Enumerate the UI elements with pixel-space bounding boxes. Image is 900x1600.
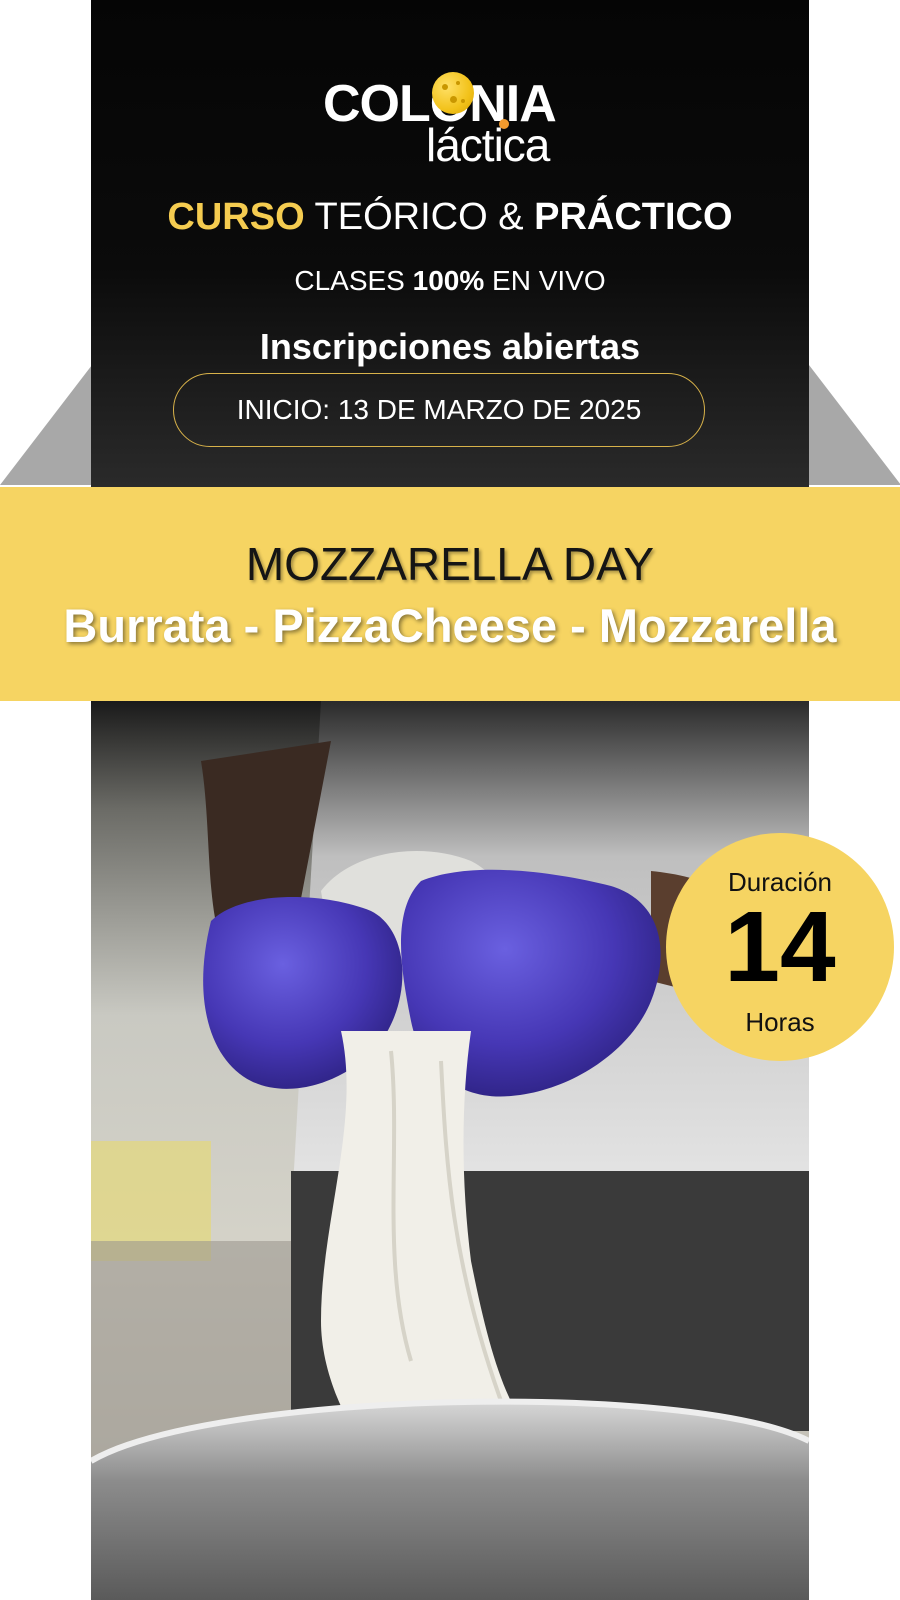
brand-logo: COLONIA láctica: [91, 68, 809, 171]
cheese-icon: [432, 72, 474, 114]
enrollment-open-text: Inscripciones abiertas: [259, 326, 641, 367]
title-banner: [0, 487, 900, 701]
start-date-badge: INICIO: 13 DE MARZO DE 2025: [173, 373, 705, 447]
banner-subtitle: Burrata - PizzaCheese - Mozzarella: [63, 599, 837, 652]
course-word-practico: PRÁCTICO: [534, 196, 733, 238]
ribbon-fold-left: [0, 365, 92, 485]
logo-word-lactica: láctica: [426, 119, 550, 171]
ribbon-fold-right: [809, 365, 900, 485]
classes-line: CLASES 100% EN VIVO: [91, 265, 809, 297]
banner-title: MOZZARELLA DAY: [245, 538, 655, 590]
logo-accent-dot: [499, 119, 509, 129]
duration-value: 14: [724, 891, 836, 1003]
classes-prefix: CLASES: [294, 265, 413, 296]
duration-unit: Horas: [745, 1007, 815, 1037]
classes-suffix: EN VIVO: [484, 265, 606, 296]
classes-percent: 100%: [412, 265, 485, 296]
course-word-teorico: TEÓRICO &: [304, 196, 535, 238]
course-word-curso: CURSO: [167, 196, 305, 238]
duration-badge: Duración 14 Horas: [666, 833, 894, 1061]
mozzarella-photo: [91, 701, 809, 1600]
header-panel: COLONIA láctica CURSO TEÓRICO & PRÁCTICO…: [91, 0, 809, 487]
course-heading: CURSO TEÓRICO & PRÁCTICO: [91, 196, 809, 239]
